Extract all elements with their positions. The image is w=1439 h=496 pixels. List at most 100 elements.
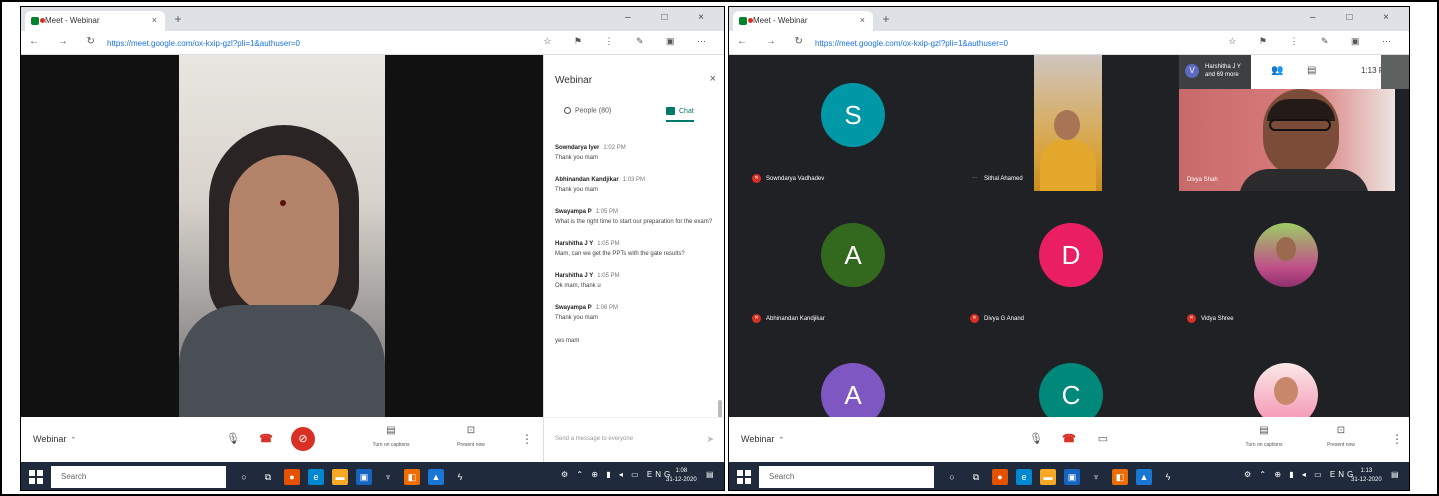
send-icon[interactable]: ➤ [706,434,714,445]
app-icon[interactable]: ◧ [1112,469,1128,485]
avatar: D [1039,223,1103,287]
notification-icon[interactable]: ▤ [1391,470,1402,479]
participant-tile[interactable]: D ✕ Divya G Anand [962,195,1168,331]
taskbar-clock[interactable]: 1:08 31-12-2020 [666,467,697,485]
end-call-button[interactable]: ☎ [1057,427,1081,451]
chat-icon[interactable]: ▤ [1307,65,1316,76]
chat-message: Swayampa P 1:05 PM What is the right time … [555,209,713,225]
left-screenshot: Meet - Webinar × + – □ × ← → ↻ https://m… [20,6,725,491]
chat-messages: Sowndarya Iyer 1:02 PM Thank you mam Abhin… [555,145,715,360]
task-view-icon[interactable]: ⧉ [260,469,276,485]
close-icon[interactable]: × [710,73,716,85]
mic-off-icon: ✕ [1187,314,1196,323]
firefox-icon[interactable]: ● [992,469,1008,485]
browser-toolbar-icons[interactable]: ☆ ⚑ ⋮ ✎ ▣ ⋯ [1228,36,1401,47]
present-icon: ⊡ [1336,425,1346,436]
chat-message: Abhinandan Kandjikar 1:03 PM Thank you mam [555,177,646,193]
system-tray[interactable]: ⚙ ⌃ ⊕ ▮ ◂ ▭ ENG [1244,470,1356,479]
folder-icon[interactable]: ▬ [332,469,348,485]
app-icon[interactable]: ◧ [404,469,420,485]
cortana-icon[interactable]: ○ [944,469,960,485]
participant-tile[interactable]: ✕ Vidya Shree [1179,195,1385,331]
participant-name: ⋯ Sithal Ahamed [972,175,1023,183]
panel-tabs: People (80) Chat [544,107,724,129]
store-icon[interactable]: ▣ [1064,469,1080,485]
meeting-details-button[interactable]: Webinar ⌃ [741,434,784,444]
chat-message: Sowndarya Iyer 1:02 PM Thank you mam [555,145,626,161]
more-icon: ⋯ [972,175,977,181]
taskbar-clock[interactable]: 1:13 31-12-2020 [1351,467,1382,485]
mic-button[interactable]: 🎙 [1024,427,1048,451]
participant-tile[interactable]: A [744,335,950,417]
windows-start-icon[interactable] [737,470,751,484]
nav-buttons[interactable]: ← → ↻ [29,36,103,47]
present-now-button[interactable]: ⊡ Present now [1311,425,1371,448]
taskbar-search[interactable]: Search [759,466,934,488]
end-call-button[interactable]: ☎ [254,427,278,451]
mic-button[interactable]: 🎙 [221,427,245,451]
store-icon[interactable]: ▣ [356,469,372,485]
app-icon[interactable]: ▲ [428,469,444,485]
meeting-details-button[interactable]: Webinar ⌃ [33,434,76,444]
notification-icon[interactable]: ▤ [706,470,717,479]
chat-input[interactable]: Send a message to everyone [555,436,633,442]
present-now-button[interactable]: ⊡ Present now [441,425,501,448]
url-field[interactable]: https://meet.google.com/ox-kxip-gzl?pli=… [807,35,1167,51]
tab-close-icon[interactable]: × [152,15,157,25]
system-tray[interactable]: ⚙ ⌃ ⊕ ▮ ◂ ▭ ENG [561,470,673,479]
browser-tab[interactable]: Meet - Webinar × [25,11,165,31]
app-icon[interactable]: ϟ [452,469,468,485]
taskbar-search[interactable]: Search [51,466,226,488]
collage-frame: Meet - Webinar × + – □ × ← → ↻ https://m… [0,0,1439,496]
chat-message: Swayampa P 1:06 PM Thank you mam [555,305,619,321]
cortana-icon[interactable]: ○ [236,469,252,485]
camera-off-button[interactable]: ⊘ [291,427,315,451]
more-options-icon[interactable]: ⋮ [521,432,533,446]
edge-icon[interactable]: e [308,469,324,485]
new-tab-button[interactable]: + [879,12,893,26]
tab-chat[interactable]: Chat [666,107,694,122]
participant-tile[interactable]: ⋯ Sithal Ahamed [962,55,1168,191]
nav-buttons[interactable]: ← → ↻ [737,36,811,47]
meeting-hud: V Harshitha J Yand 69 more 👥 ▤ 1:13 PM [1179,55,1409,89]
app-icon[interactable]: ϟ [1160,469,1176,485]
avatar: A [821,363,885,417]
camera-button[interactable]: ▭ [1091,427,1115,451]
folder-icon[interactable]: ▬ [1040,469,1056,485]
captions-button[interactable]: ▤ Turn on captions [361,425,421,448]
taskbar-apps: ○ ⧉ ● e ▬ ▣ ♆ ◧ ▲ ϟ [236,469,468,485]
participant-tile[interactable]: A ✕ Abhinandan Kandjikar [744,195,950,331]
panel-title: Webinar [555,75,593,86]
task-view-icon[interactable]: ⧉ [968,469,984,485]
avatar: A [821,223,885,287]
edge-icon[interactable]: e [1016,469,1032,485]
windows-taskbar: Search ○ ⧉ ● e ▬ ▣ ♆ ◧ ▲ ϟ ⚙ ⌃ ⊕ ▮ ◂ ▭ E… [21,462,724,490]
url-field[interactable]: https://meet.google.com/ox-kxip-gzl?pli=… [99,35,459,51]
people-icon[interactable]: 👥 [1271,65,1283,76]
browser-toolbar-icons[interactable]: ☆ ⚑ ⋮ ✎ ▣ ⋯ [543,36,716,47]
app-icon[interactable]: ♆ [380,469,396,485]
tab-close-icon[interactable]: × [860,15,865,25]
participant-tile[interactable]: C [962,335,1168,417]
window-controls[interactable]: – □ × [1310,12,1403,23]
window-controls[interactable]: – □ × [625,12,718,23]
tab-people[interactable]: People (80) [564,107,611,114]
new-tab-button[interactable]: + [171,12,185,26]
windows-start-icon[interactable] [29,470,43,484]
participant-tile[interactable]: S ✕ Sowndarya Vadhadev [744,55,950,191]
firefox-icon[interactable]: ● [284,469,300,485]
presenter-pill[interactable]: V Harshitha J Yand 69 more [1179,55,1251,89]
captions-button[interactable]: ▤ Turn on captions [1234,425,1294,448]
right-screenshot: Meet - Webinar × + – □ × ← → ↻ https://m… [728,6,1410,491]
windows-taskbar: Search ○ ⧉ ● e ▬ ▣ ♆ ◧ ▲ ϟ ⚙ ⌃ ⊕ ▮ ◂ ▭ E… [729,462,1409,490]
meet-grid: S ✕ Sowndarya Vadhadev ⋯ Sithal Ahamed Div… [729,55,1409,417]
address-bar: ← → ↻ https://meet.google.com/ox-kxip-gz… [729,31,1409,55]
participant-tile[interactable] [1179,335,1385,417]
recording-dot-icon [748,18,753,23]
browser-tab[interactable]: Meet - Webinar × [733,11,873,31]
participant-name: Divya Shah [1187,177,1218,183]
more-options-icon[interactable]: ⋮ [1391,432,1403,446]
app-icon[interactable]: ♆ [1088,469,1104,485]
app-icon[interactable]: ▲ [1136,469,1152,485]
chat-message: yes mam [555,338,580,344]
